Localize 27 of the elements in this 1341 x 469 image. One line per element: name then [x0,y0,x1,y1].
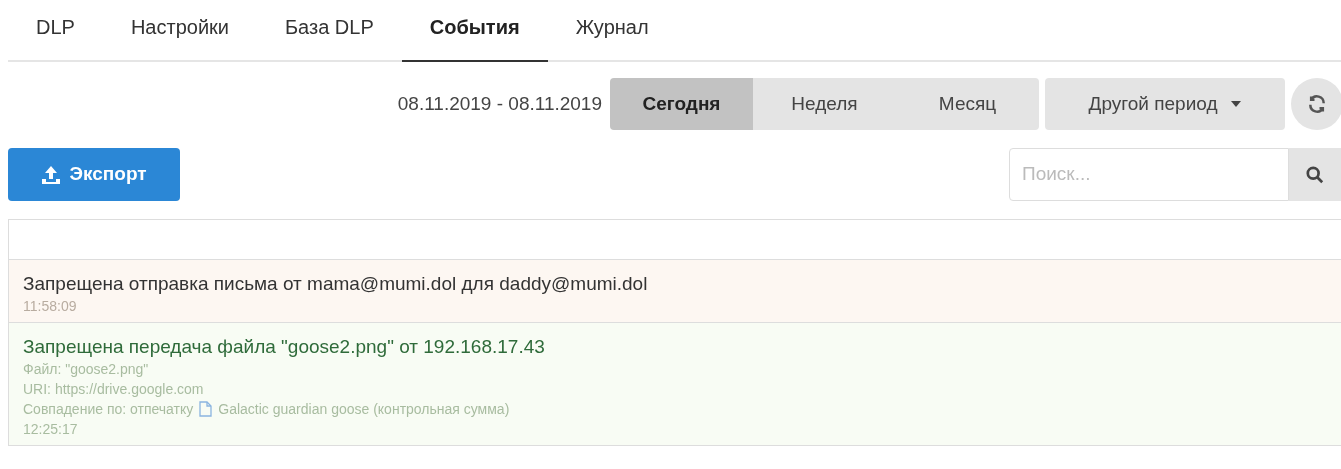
event-title: Запрещена передача файла "goose2.png" от 192.168.17.43 [23,335,546,359]
event-detail: Galactic guardian goose (контрольная сумма) [218,400,510,419]
export-button[interactable]: Экспорт [8,148,180,201]
event-title: Запрещена отправка письма от mama@mumi.dol для daddy@mumi.dol [23,272,649,296]
search-button[interactable] [1289,148,1341,201]
event-detail: Совпадение по: отпечатку [23,400,194,419]
event-detail: Файл: "goose2.png" [23,360,149,379]
event-detail: URI: https://drive.google.com [23,380,204,399]
upload-icon [41,164,62,185]
refresh-button[interactable] [1291,78,1341,130]
document-icon [199,401,213,417]
date-range: 08.11.2019 - 08.11.2019 [397,91,602,116]
period-dropdown[interactable]: Другой период [1045,78,1285,130]
period-button[interactable]: Сегодня [610,78,753,130]
nav-tab[interactable]: Настройки [102,0,257,62]
search-field[interactable]: Поиск... [1009,148,1289,201]
nav-tab[interactable]: Журнал [547,0,677,62]
refresh-icon [1307,94,1327,114]
nav-tab[interactable]: DLP [8,0,103,62]
period-button[interactable]: Месяц [896,78,1039,130]
nav-tab[interactable]: База DLP [257,0,402,62]
caret-icon [1231,101,1242,107]
nav-tab[interactable]: События [401,0,548,62]
event-time: 11:58:09 [23,297,78,316]
period-button[interactable]: Неделя [753,78,896,130]
event-time: 12:25:17 [23,420,79,439]
search-icon [1306,165,1324,184]
